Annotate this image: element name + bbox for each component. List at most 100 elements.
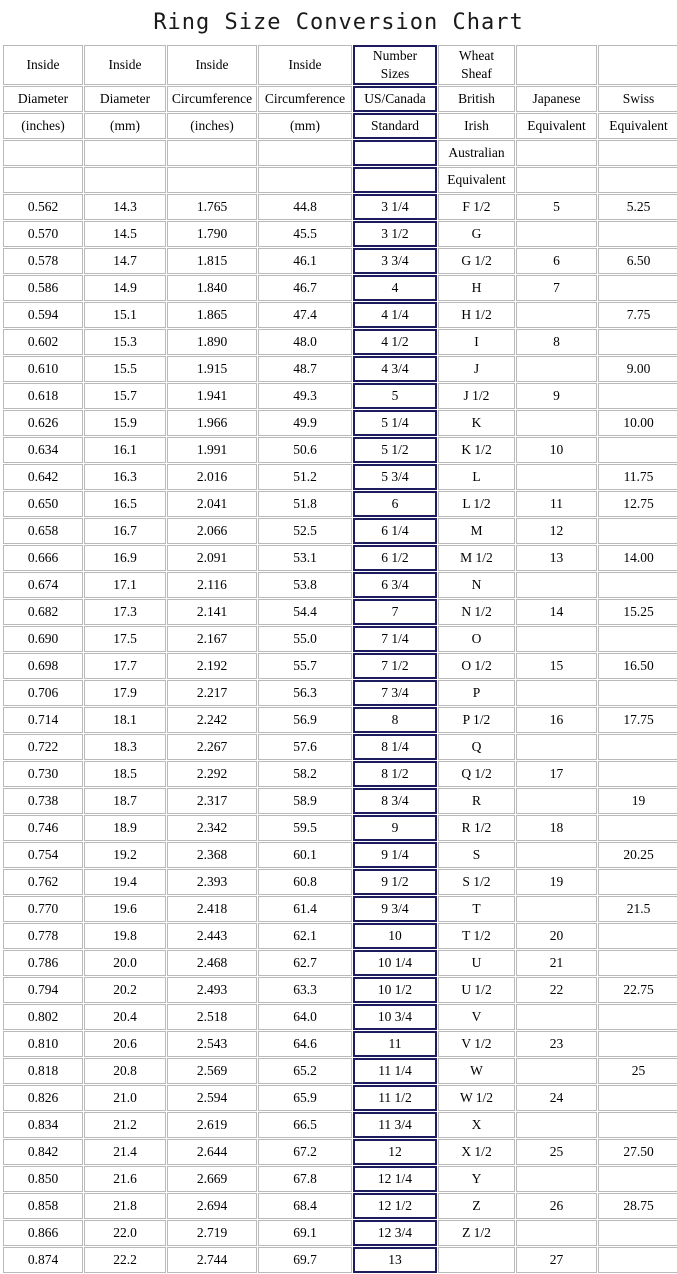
cell-inside_diameter_in: 0.674 bbox=[3, 572, 83, 599]
cell-japanese bbox=[516, 1058, 597, 1085]
table-row: 0.610 15.5 1.915 48.7 4 3/4 J 9.00 bbox=[3, 356, 677, 383]
cell-inside_diameter_mm: 14.3 bbox=[84, 194, 166, 221]
cell-inside_diameter_in: 0.730 bbox=[3, 761, 83, 788]
cell-british bbox=[438, 1247, 515, 1274]
cell-us_canada: 8 3/4 bbox=[353, 788, 437, 815]
table-row: 0.730 18.5 2.292 58.2 8 1/2 Q 1/2 17 bbox=[3, 761, 677, 788]
header-cell-japanese-line1 bbox=[516, 45, 597, 86]
table-row: 0.666 16.9 2.091 53.1 6 1/2 M 1/2 13 14.00 bbox=[3, 545, 677, 572]
cell-inside_diameter_mm: 17.9 bbox=[84, 680, 166, 707]
cell-inside_circumference_mm: 61.4 bbox=[258, 896, 352, 923]
table-row: 0.858 21.8 2.694 68.4 12 1/2 Z 26 28.75 bbox=[3, 1193, 677, 1220]
cell-inside_diameter_in: 0.794 bbox=[3, 977, 83, 1004]
cell-us_canada: 12 1/2 bbox=[353, 1193, 437, 1220]
table-row: 0.594 15.1 1.865 47.4 4 1/4 H 1/2 7.75 bbox=[3, 302, 677, 329]
cell-inside_circumference_in: 1.815 bbox=[167, 248, 257, 275]
cell-inside_diameter_in: 0.850 bbox=[3, 1166, 83, 1193]
cell-inside_circumference_in: 1.915 bbox=[167, 356, 257, 383]
cell-us_canada: 7 3/4 bbox=[353, 680, 437, 707]
cell-inside_circumference_in: 1.765 bbox=[167, 194, 257, 221]
cell-inside_diameter_mm: 16.1 bbox=[84, 437, 166, 464]
cell-japanese bbox=[516, 734, 597, 761]
cell-inside_circumference_in: 2.267 bbox=[167, 734, 257, 761]
cell-inside_circumference_in: 2.292 bbox=[167, 761, 257, 788]
header-cell-inside_circumference_in-line2: Circumference bbox=[167, 86, 257, 113]
cell-japanese: 19 bbox=[516, 869, 597, 896]
cell-inside_diameter_mm: 16.7 bbox=[84, 518, 166, 545]
cell-swiss: 16.50 bbox=[598, 653, 677, 680]
header-cell-british-line2: British bbox=[438, 86, 515, 113]
cell-inside_circumference_in: 2.443 bbox=[167, 923, 257, 950]
cell-british: Q bbox=[438, 734, 515, 761]
cell-inside_circumference_mm: 66.5 bbox=[258, 1112, 352, 1139]
cell-inside_diameter_in: 0.770 bbox=[3, 896, 83, 923]
cell-inside_diameter_mm: 14.7 bbox=[84, 248, 166, 275]
table-row: 0.658 16.7 2.066 52.5 6 1/4 M 12 bbox=[3, 518, 677, 545]
cell-swiss: 25 bbox=[598, 1058, 677, 1085]
cell-inside_diameter_mm: 18.7 bbox=[84, 788, 166, 815]
cell-japanese bbox=[516, 356, 597, 383]
cell-inside_circumference_in: 2.594 bbox=[167, 1085, 257, 1112]
cell-inside_circumference_in: 2.141 bbox=[167, 599, 257, 626]
header-cell-inside_diameter_mm-line3: (mm) bbox=[84, 113, 166, 140]
cell-british: F 1/2 bbox=[438, 194, 515, 221]
cell-inside_circumference_mm: 51.2 bbox=[258, 464, 352, 491]
cell-inside_circumference_in: 2.192 bbox=[167, 653, 257, 680]
cell-swiss bbox=[598, 1247, 677, 1274]
cell-us_canada: 5 1/4 bbox=[353, 410, 437, 437]
cell-inside_diameter_in: 0.682 bbox=[3, 599, 83, 626]
cell-inside_diameter_in: 0.690 bbox=[3, 626, 83, 653]
cell-us_canada: 10 1/2 bbox=[353, 977, 437, 1004]
cell-japanese bbox=[516, 221, 597, 248]
cell-british: R 1/2 bbox=[438, 815, 515, 842]
cell-swiss bbox=[598, 1031, 677, 1058]
cell-inside_circumference_mm: 50.6 bbox=[258, 437, 352, 464]
cell-swiss bbox=[598, 923, 677, 950]
cell-swiss bbox=[598, 1085, 677, 1112]
cell-us_canada: 4 1/2 bbox=[353, 329, 437, 356]
cell-japanese bbox=[516, 1112, 597, 1139]
cell-inside_diameter_in: 0.738 bbox=[3, 788, 83, 815]
cell-swiss bbox=[598, 761, 677, 788]
cell-japanese: 20 bbox=[516, 923, 597, 950]
cell-inside_diameter_mm: 17.1 bbox=[84, 572, 166, 599]
cell-inside_diameter_in: 0.722 bbox=[3, 734, 83, 761]
cell-inside_circumference_in: 2.041 bbox=[167, 491, 257, 518]
cell-inside_diameter_in: 0.834 bbox=[3, 1112, 83, 1139]
cell-british: K 1/2 bbox=[438, 437, 515, 464]
cell-inside_circumference_mm: 67.8 bbox=[258, 1166, 352, 1193]
table-row: 0.834 21.2 2.619 66.5 11 3/4 X bbox=[3, 1112, 677, 1139]
cell-japanese: 5 bbox=[516, 194, 597, 221]
cell-british: J bbox=[438, 356, 515, 383]
cell-inside_circumference_in: 2.518 bbox=[167, 1004, 257, 1031]
cell-inside_circumference_in: 2.468 bbox=[167, 950, 257, 977]
table-row: 0.770 19.6 2.418 61.4 9 3/4 T 21.5 bbox=[3, 896, 677, 923]
cell-inside_circumference_in: 2.393 bbox=[167, 869, 257, 896]
header-cell-swiss-line1 bbox=[598, 45, 677, 86]
header-cell-inside_diameter_in-line2: Diameter bbox=[3, 86, 83, 113]
cell-inside_diameter_mm: 18.9 bbox=[84, 815, 166, 842]
cell-swiss bbox=[598, 383, 677, 410]
cell-inside_circumference_mm: 54.4 bbox=[258, 599, 352, 626]
cell-inside_diameter_in: 0.826 bbox=[3, 1085, 83, 1112]
cell-british: Z 1/2 bbox=[438, 1220, 515, 1247]
cell-japanese: 9 bbox=[516, 383, 597, 410]
cell-us_canada: 6 bbox=[353, 491, 437, 518]
cell-inside_diameter_in: 0.642 bbox=[3, 464, 83, 491]
header-cell-us_canada-line5 bbox=[353, 167, 437, 194]
header-cell-inside_circumference_mm-line5 bbox=[258, 167, 352, 194]
cell-japanese: 17 bbox=[516, 761, 597, 788]
cell-swiss: 11.75 bbox=[598, 464, 677, 491]
cell-us_canada: 9 1/2 bbox=[353, 869, 437, 896]
cell-us_canada: 8 1/2 bbox=[353, 761, 437, 788]
cell-inside_circumference_in: 2.719 bbox=[167, 1220, 257, 1247]
cell-us_canada: 13 bbox=[353, 1247, 437, 1274]
header-cell-swiss-line3: Equivalent bbox=[598, 113, 677, 140]
cell-british: I bbox=[438, 329, 515, 356]
header-cell-japanese-line2: Japanese bbox=[516, 86, 597, 113]
table-row: 0.578 14.7 1.815 46.1 3 3/4 G 1/2 6 6.50 bbox=[3, 248, 677, 275]
cell-japanese: 12 bbox=[516, 518, 597, 545]
cell-japanese bbox=[516, 302, 597, 329]
cell-british: X bbox=[438, 1112, 515, 1139]
cell-british: R bbox=[438, 788, 515, 815]
